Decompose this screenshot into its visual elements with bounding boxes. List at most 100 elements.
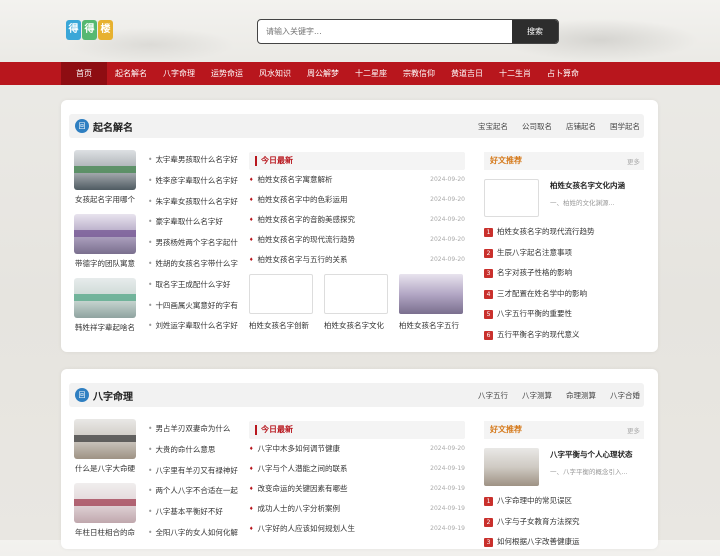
picture-card[interactable]: 柏姓女孩名字文化 bbox=[324, 274, 388, 331]
nav-item-home[interactable]: 首页 bbox=[61, 62, 107, 85]
list-item[interactable]: 八字基本平衡好不好 bbox=[148, 505, 238, 526]
rank-title[interactable]: 三才配置在姓名学中的影响 bbox=[497, 289, 587, 298]
rank-title[interactable]: 八字与子女教育方法探究 bbox=[497, 517, 580, 526]
thumb-caption[interactable]: 韩姓祥字辈起啥名 bbox=[75, 322, 138, 333]
picture-thumb[interactable] bbox=[399, 274, 463, 314]
featured-title[interactable]: 八字平衡与个人心理状态 bbox=[550, 449, 633, 460]
news-title[interactable]: 柏姓女孩名字中的色彩运用 bbox=[249, 190, 347, 210]
ranking-item[interactable]: 2 八字与子女教育方法探究 bbox=[484, 515, 644, 536]
ranking-item[interactable]: 1 八字命理中的常见误区 bbox=[484, 494, 644, 515]
news-item[interactable]: 柏姓女孩名字与五行的关系 2024-09-20 bbox=[249, 250, 465, 270]
nav-item[interactable]: 运势命运 bbox=[203, 62, 251, 85]
thumb-caption[interactable]: 年柱日柱相合的命 bbox=[75, 527, 138, 538]
news-item[interactable]: 成功人士的八字分析案例 2024-09-19 bbox=[249, 499, 465, 519]
list-item[interactable]: 十四画属火寓意好的字有 bbox=[148, 299, 238, 320]
news-item[interactable]: 八字中木多如何调节健康 2024-09-20 bbox=[249, 439, 465, 459]
thumb-caption[interactable]: 女孩起名字用哪个 bbox=[75, 194, 138, 205]
list-item[interactable]: 豪字辈取什么名字好 bbox=[148, 215, 238, 236]
section-link[interactable]: 八字测算 bbox=[522, 390, 552, 401]
news-title[interactable]: 八字好的人应该如何规划人生 bbox=[249, 519, 355, 539]
ranking-item[interactable]: 3 如何根据八字改善健康运 bbox=[484, 535, 644, 556]
site-logo[interactable]: 得 得 楼 bbox=[66, 20, 113, 40]
list-item[interactable]: 姓李彦字辈取什么名字好 bbox=[148, 174, 238, 195]
featured-article[interactable]: 柏姓女孩名字文化内涵 一、柏姓的文化渊源... bbox=[484, 179, 644, 217]
thumbnail-image[interactable] bbox=[74, 150, 136, 190]
list-item[interactable]: 太宇辈男孩取什么名字好 bbox=[148, 153, 238, 174]
nav-item[interactable]: 八字命理 bbox=[155, 62, 203, 85]
thumb-caption[interactable]: 什么是八字大命硬 bbox=[75, 463, 138, 474]
rank-title[interactable]: 八字五行平衡的重要性 bbox=[497, 309, 572, 318]
thumbnail-image[interactable] bbox=[74, 483, 136, 523]
section-title[interactable]: 起名解名 bbox=[93, 119, 133, 134]
featured-title[interactable]: 柏姓女孩名字文化内涵 bbox=[550, 180, 625, 191]
ranking-item[interactable]: 1 柏姓女孩名字的现代流行趋势 bbox=[484, 225, 644, 246]
news-title[interactable]: 改变命运的关键因素有哪些 bbox=[249, 479, 347, 499]
list-item[interactable]: 取名字王成配什么字好 bbox=[148, 278, 238, 299]
picture-thumb[interactable] bbox=[324, 274, 388, 314]
list-item[interactable]: 全阳八字的女人如何化解 bbox=[148, 526, 238, 547]
featured-image[interactable] bbox=[484, 448, 539, 486]
news-item[interactable]: 改变命运的关键因素有哪些 2024-09-19 bbox=[249, 479, 465, 499]
list-item[interactable]: 两个人八字不合适在一起 bbox=[148, 484, 238, 505]
news-item[interactable]: 柏姓女孩名字的现代流行趋势 2024-09-20 bbox=[249, 230, 465, 250]
section-link[interactable]: 公司取名 bbox=[522, 121, 552, 132]
nav-item[interactable]: 占卜算命 bbox=[539, 62, 587, 85]
list-item[interactable]: 姓胡的女孩名字带什么字 bbox=[148, 257, 238, 278]
ranking-item[interactable]: 4 三才配置在姓名学中的影响 bbox=[484, 287, 644, 308]
nav-item[interactable]: 黄道吉日 bbox=[443, 62, 491, 85]
ranking-item[interactable]: 6 五行平衡名字的现代意义 bbox=[484, 328, 644, 349]
news-title[interactable]: 八字中木多如何调节健康 bbox=[249, 439, 340, 459]
nav-item[interactable]: 十二生肖 bbox=[491, 62, 539, 85]
thumbnail-image[interactable] bbox=[74, 214, 136, 254]
featured-image[interactable] bbox=[484, 179, 539, 217]
list-item[interactable]: 八字里有羊刃又有禄神好 bbox=[148, 464, 238, 485]
picture-card[interactable]: 柏姓女孩名字创新 bbox=[249, 274, 313, 331]
search-input[interactable] bbox=[258, 20, 512, 43]
list-item[interactable]: 大贵的命什么意思 bbox=[148, 443, 238, 464]
nav-item[interactable]: 十二星座 bbox=[347, 62, 395, 85]
section-link[interactable]: 国学起名 bbox=[610, 121, 640, 132]
news-title[interactable]: 柏姓女孩名字的现代流行趋势 bbox=[249, 230, 355, 250]
nav-item[interactable]: 起名解名 bbox=[107, 62, 155, 85]
section-link[interactable]: 八字五行 bbox=[478, 390, 508, 401]
news-item[interactable]: 八字好的人应该如何规划人生 2024-09-19 bbox=[249, 519, 465, 539]
ranking-item[interactable]: 3 名字对孩子性格的影响 bbox=[484, 266, 644, 287]
nav-item[interactable]: 周公解梦 bbox=[299, 62, 347, 85]
picture-caption[interactable]: 柏姓女孩名字文化 bbox=[324, 320, 388, 331]
more-link[interactable]: 更多 bbox=[627, 156, 640, 166]
rank-title[interactable]: 柏姓女孩名字的现代流行趋势 bbox=[497, 227, 595, 236]
picture-card[interactable]: 柏姓女孩名字五行 bbox=[399, 274, 463, 331]
news-title[interactable]: 成功人士的八字分析案例 bbox=[249, 499, 340, 519]
picture-thumb[interactable] bbox=[249, 274, 313, 314]
search-button[interactable]: 搜索 bbox=[512, 20, 558, 43]
news-title[interactable]: 柏姓女孩名字的音韵美感探究 bbox=[249, 210, 355, 230]
rank-title[interactable]: 名字对孩子性格的影响 bbox=[497, 268, 572, 277]
news-item[interactable]: 柏姓女孩名字的音韵美感探究 2024-09-20 bbox=[249, 210, 465, 230]
rank-title[interactable]: 八字命理中的常见误区 bbox=[497, 496, 572, 505]
list-item[interactable]: 刘姓运字辈取什么名字好 bbox=[148, 319, 238, 340]
rank-title[interactable]: 如何根据八字改善健康运 bbox=[497, 537, 580, 546]
thumbnail-image[interactable] bbox=[74, 419, 136, 459]
section-title[interactable]: 八字命理 bbox=[93, 388, 133, 403]
nav-item[interactable]: 风水知识 bbox=[251, 62, 299, 85]
section-link[interactable]: 店铺起名 bbox=[566, 121, 596, 132]
thumbnail-image[interactable] bbox=[74, 278, 136, 318]
ranking-item[interactable]: 5 八字五行平衡的重要性 bbox=[484, 307, 644, 328]
thumb-caption[interactable]: 带德字的团队寓意 bbox=[75, 258, 138, 269]
list-item[interactable]: 朱字辈女孩取什么名字好 bbox=[148, 195, 238, 216]
picture-caption[interactable]: 柏姓女孩名字五行 bbox=[399, 320, 463, 331]
nav-item[interactable]: 宗教信仰 bbox=[395, 62, 443, 85]
section-link[interactable]: 宝宝起名 bbox=[478, 121, 508, 132]
ranking-item[interactable]: 2 生辰八字起名注意事项 bbox=[484, 246, 644, 267]
section-link[interactable]: 命理测算 bbox=[566, 390, 596, 401]
list-item[interactable]: 男孩杨姓两个字名字起什 bbox=[148, 236, 238, 257]
picture-caption[interactable]: 柏姓女孩名字创新 bbox=[249, 320, 313, 331]
rank-title[interactable]: 生辰八字起名注意事项 bbox=[497, 248, 572, 257]
section-link[interactable]: 八字合婚 bbox=[610, 390, 640, 401]
more-link[interactable]: 更多 bbox=[627, 425, 640, 435]
news-title[interactable]: 柏姓女孩名字寓意解析 bbox=[249, 170, 332, 190]
news-item[interactable]: 柏姓女孩名字中的色彩运用 2024-09-20 bbox=[249, 190, 465, 210]
list-item[interactable]: 男占羊刃双妻命为什么 bbox=[148, 422, 238, 443]
rank-title[interactable]: 五行平衡名字的现代意义 bbox=[497, 330, 580, 339]
news-item[interactable]: 八字与个人潜能之间的联系 2024-09-19 bbox=[249, 459, 465, 479]
